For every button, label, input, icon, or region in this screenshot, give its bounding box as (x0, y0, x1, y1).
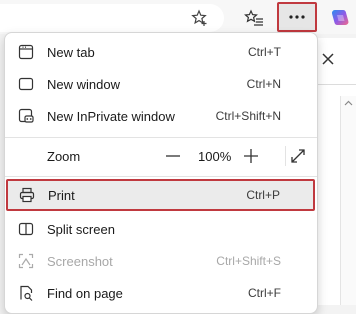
menu-separator (5, 176, 317, 177)
zoom-label: Zoom (47, 149, 81, 164)
zoom-in-button[interactable] (241, 146, 261, 166)
menu-item-screenshot[interactable]: Screenshot Ctrl+Shift+S (5, 245, 317, 277)
scrollbar[interactable] (340, 96, 356, 305)
menu-item-label: New InPrivate window (47, 108, 175, 124)
menu-item-label: New window (47, 76, 120, 92)
star-plus-icon (191, 9, 209, 27)
settings-and-more-button[interactable] (277, 2, 317, 32)
inprivate-window-icon (17, 107, 35, 125)
side-panel-close-button[interactable] (316, 44, 340, 74)
menu-item-new-window[interactable]: New window Ctrl+N (5, 68, 317, 100)
shortcut-text: Ctrl+P (246, 188, 280, 202)
shortcut-text: Ctrl+N (246, 77, 281, 91)
fullscreen-button[interactable] (285, 146, 308, 166)
menu-item-zoom: Zoom 100% (5, 138, 317, 176)
menu-item-label: Screenshot (47, 253, 113, 269)
new-window-icon (17, 75, 35, 93)
add-favorite-button[interactable] (188, 6, 212, 30)
minus-icon (166, 155, 180, 157)
menu-item-print[interactable]: Print Ctrl+P (6, 179, 315, 211)
printer-icon (18, 186, 36, 204)
shortcut-text: Ctrl+T (248, 45, 281, 59)
divider (316, 84, 356, 85)
menu-item-label: New tab (47, 44, 95, 60)
browser-toolbar (0, 0, 356, 34)
settings-and-more-menu: New tab Ctrl+T New window Ctrl+N New InP… (4, 32, 318, 314)
copilot-icon (329, 7, 351, 29)
fullscreen-expand-icon (290, 148, 306, 164)
menu-item-label: Find on page (47, 285, 123, 301)
scroll-up-arrow-icon[interactable] (344, 100, 353, 106)
ellipsis-icon (288, 14, 306, 20)
find-on-page-icon (17, 284, 35, 302)
screenshot-icon (17, 252, 35, 270)
zoom-level: 100% (198, 149, 232, 164)
split-screen-icon (17, 220, 35, 238)
copilot-button[interactable] (326, 4, 354, 32)
menu-item-split-screen[interactable]: Split screen (5, 213, 317, 245)
menu-item-find-on-page[interactable]: Find on page Ctrl+F (5, 277, 317, 309)
shortcut-text: Ctrl+Shift+S (216, 254, 281, 268)
zoom-out-button[interactable] (163, 146, 183, 166)
shortcut-text: Ctrl+Shift+N (215, 109, 281, 123)
close-icon (321, 52, 335, 66)
menu-item-label: Print (48, 187, 75, 203)
new-tab-icon (17, 43, 35, 61)
plus-icon (244, 149, 258, 163)
menu-item-new-inprivate-window[interactable]: New InPrivate window Ctrl+Shift+N (5, 100, 317, 132)
menu-item-new-tab[interactable]: New tab Ctrl+T (5, 36, 317, 68)
favorites-button[interactable] (240, 5, 268, 31)
shortcut-text: Ctrl+F (248, 286, 281, 300)
menu-item-label: Split screen (47, 221, 115, 237)
favorites-star-list-icon (244, 9, 264, 27)
